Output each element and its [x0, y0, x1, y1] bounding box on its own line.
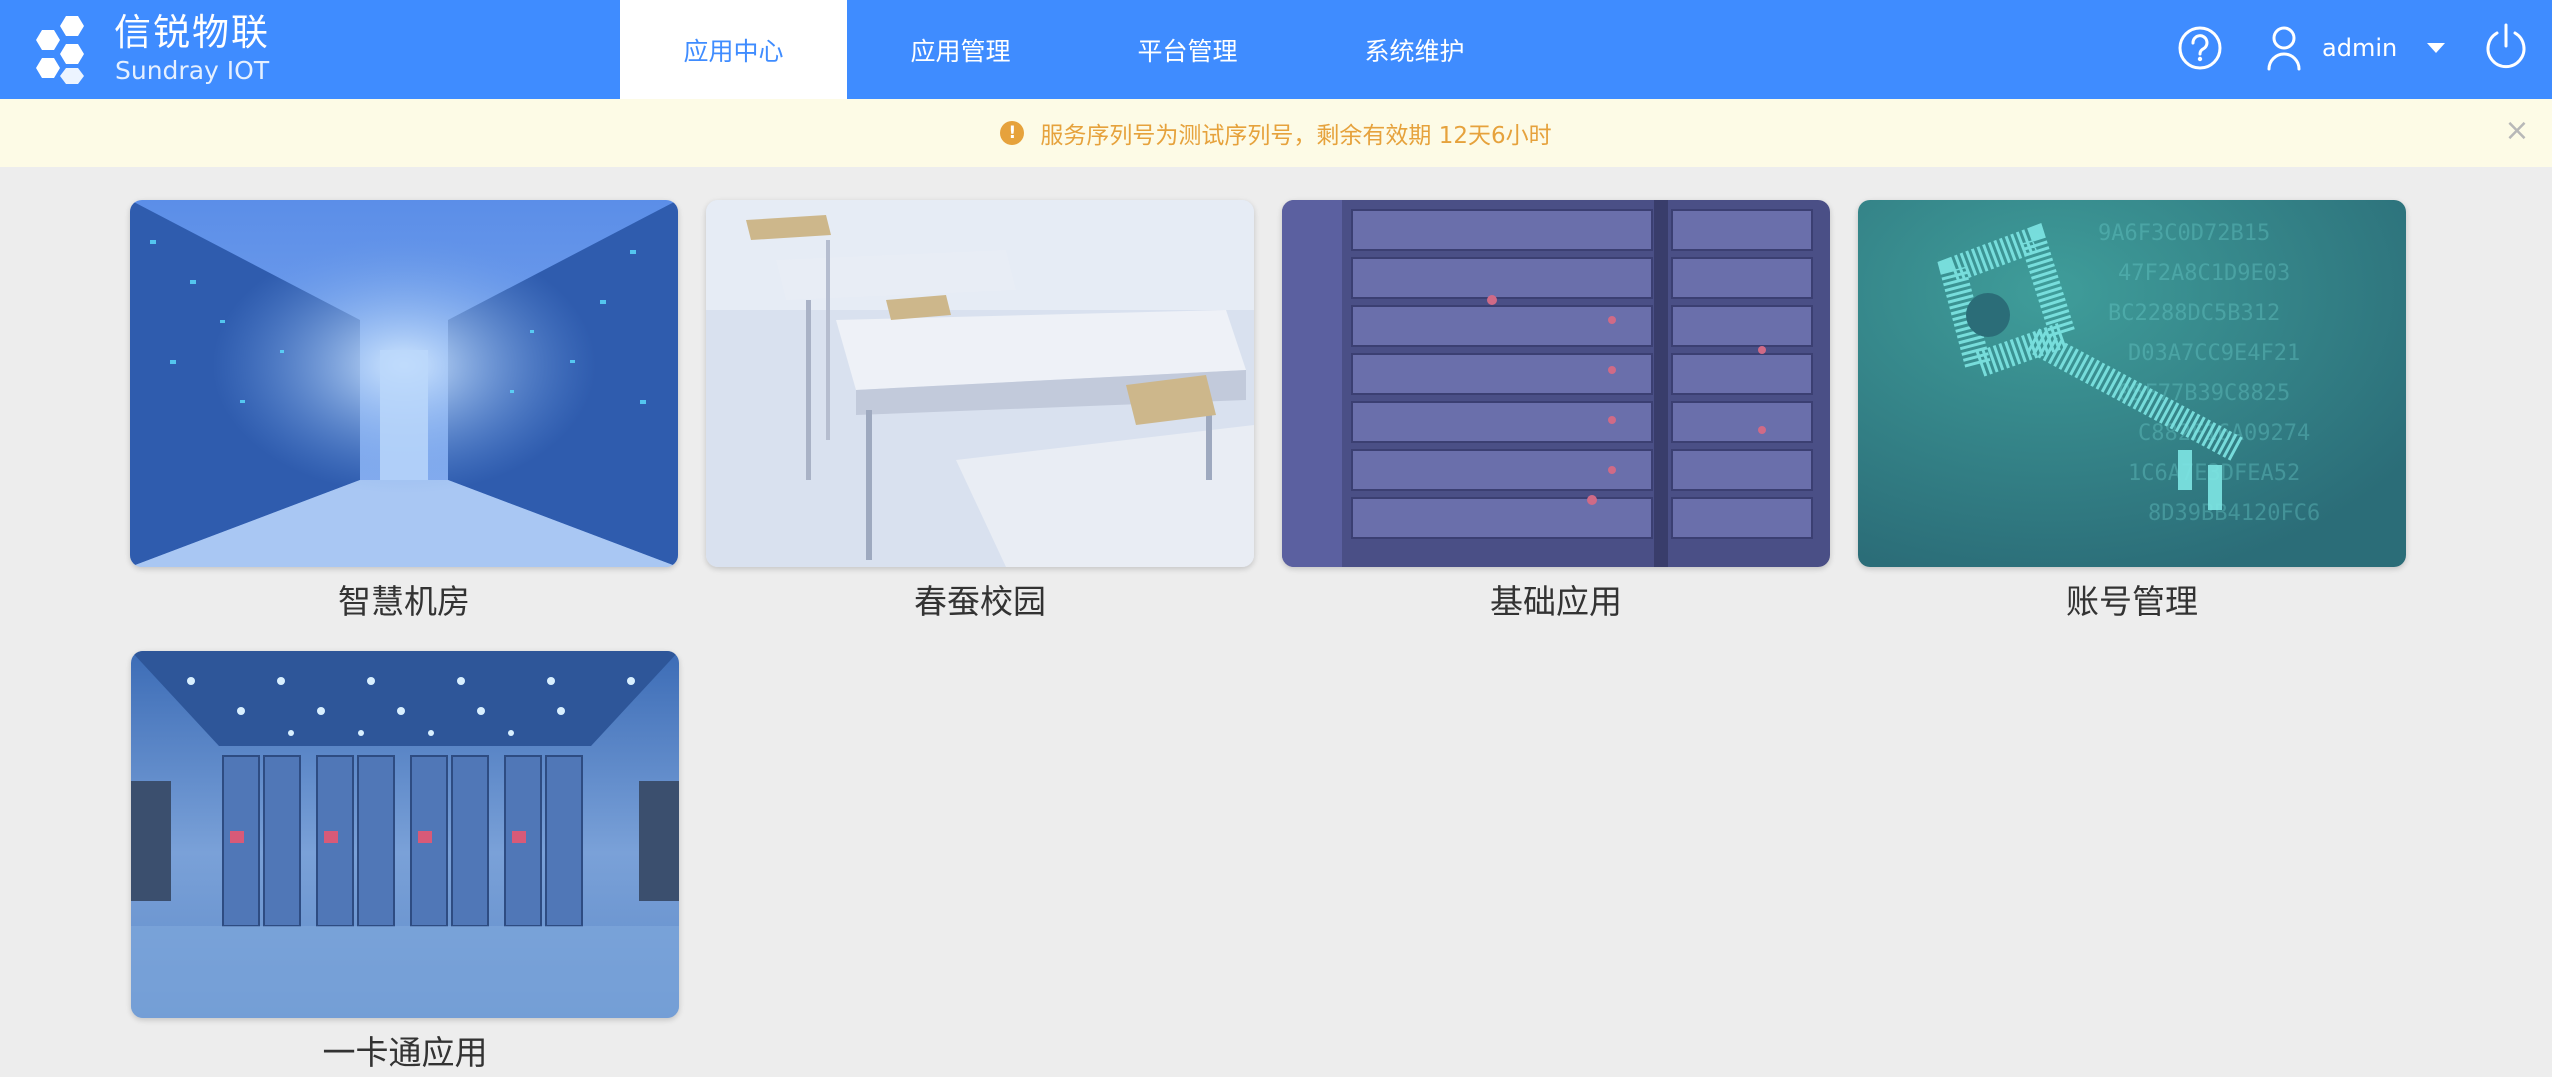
- svg-text:9A6F3C0D72B15: 9A6F3C0D72B15: [2098, 221, 2270, 246]
- app-card-label: 一卡通应用: [322, 1033, 488, 1072]
- user-menu[interactable]: admin: [2266, 22, 2446, 74]
- close-icon[interactable]: ×: [2502, 116, 2532, 146]
- app-card-label: 春蚕校园: [914, 582, 1046, 621]
- server-rack-image: [1282, 200, 1830, 567]
- server-room-image: [131, 651, 679, 1018]
- brand-subtitle: Sundray IOT: [115, 56, 270, 85]
- top-navbar: 信锐物联 Sundray IOT 应用中心 应用管理 平台管理 系统维护 adm…: [0, 0, 2552, 99]
- notice-text: 服务序列号为测试序列号，剩余有效期 12天6小时: [1040, 123, 1552, 149]
- svg-text:BC2288DC5B312: BC2288DC5B312: [2108, 301, 2280, 326]
- app-card-campus[interactable]: 春蚕校园: [706, 200, 1254, 623]
- app-card-label: 账号管理: [2066, 582, 2198, 621]
- warning-icon: !: [1000, 121, 1025, 145]
- power-icon[interactable]: [2482, 22, 2530, 72]
- tab-platform-management[interactable]: 平台管理: [1074, 0, 1301, 99]
- svg-text:8D39BB4120FC6: 8D39BB4120FC6: [2148, 501, 2320, 526]
- username: admin: [2322, 34, 2398, 62]
- svg-text:D03A7CC9E4F21: D03A7CC9E4F21: [2128, 341, 2300, 366]
- main-nav: 应用中心 应用管理 平台管理 系统维护: [620, 0, 1528, 99]
- brand-logo[interactable]: 信锐物联 Sundray IOT: [26, 8, 276, 92]
- user-icon: [2267, 26, 2301, 71]
- hexagon-logo-icon: [36, 16, 84, 84]
- question-circle-icon[interactable]: [2178, 26, 2222, 70]
- datacenter-image: [130, 200, 678, 567]
- tab-system-maintenance[interactable]: 系统维护: [1301, 0, 1528, 99]
- license-notice-bar: ! 服务序列号为测试序列号，剩余有效期 12天6小时 ×: [0, 99, 2552, 167]
- app-card-label: 智慧机房: [338, 582, 470, 621]
- classroom-image: [706, 200, 1254, 567]
- app-card-smart-datacenter[interactable]: 智慧机房: [130, 200, 678, 623]
- tab-app-management[interactable]: 应用管理: [847, 0, 1074, 99]
- caret-down-icon: [2427, 43, 2446, 53]
- digital-key-image: 9A6F3C0D72B15 47F2A8C1D9E03 BC2288DC5B31…: [1858, 200, 2406, 567]
- tab-app-center[interactable]: 应用中心: [620, 0, 847, 99]
- brand-name: 信锐物联: [114, 11, 270, 54]
- app-card-label: 基础应用: [1490, 582, 1622, 621]
- app-card-account-management[interactable]: 9A6F3C0D72B15 47F2A8C1D9E03 BC2288DC5B31…: [1858, 200, 2406, 623]
- app-card-one-card[interactable]: 一卡通应用: [131, 651, 679, 1074]
- app-card-basic-apps[interactable]: 基础应用: [1282, 200, 1830, 623]
- svg-text:47F2A8C1D9E03: 47F2A8C1D9E03: [2118, 261, 2290, 286]
